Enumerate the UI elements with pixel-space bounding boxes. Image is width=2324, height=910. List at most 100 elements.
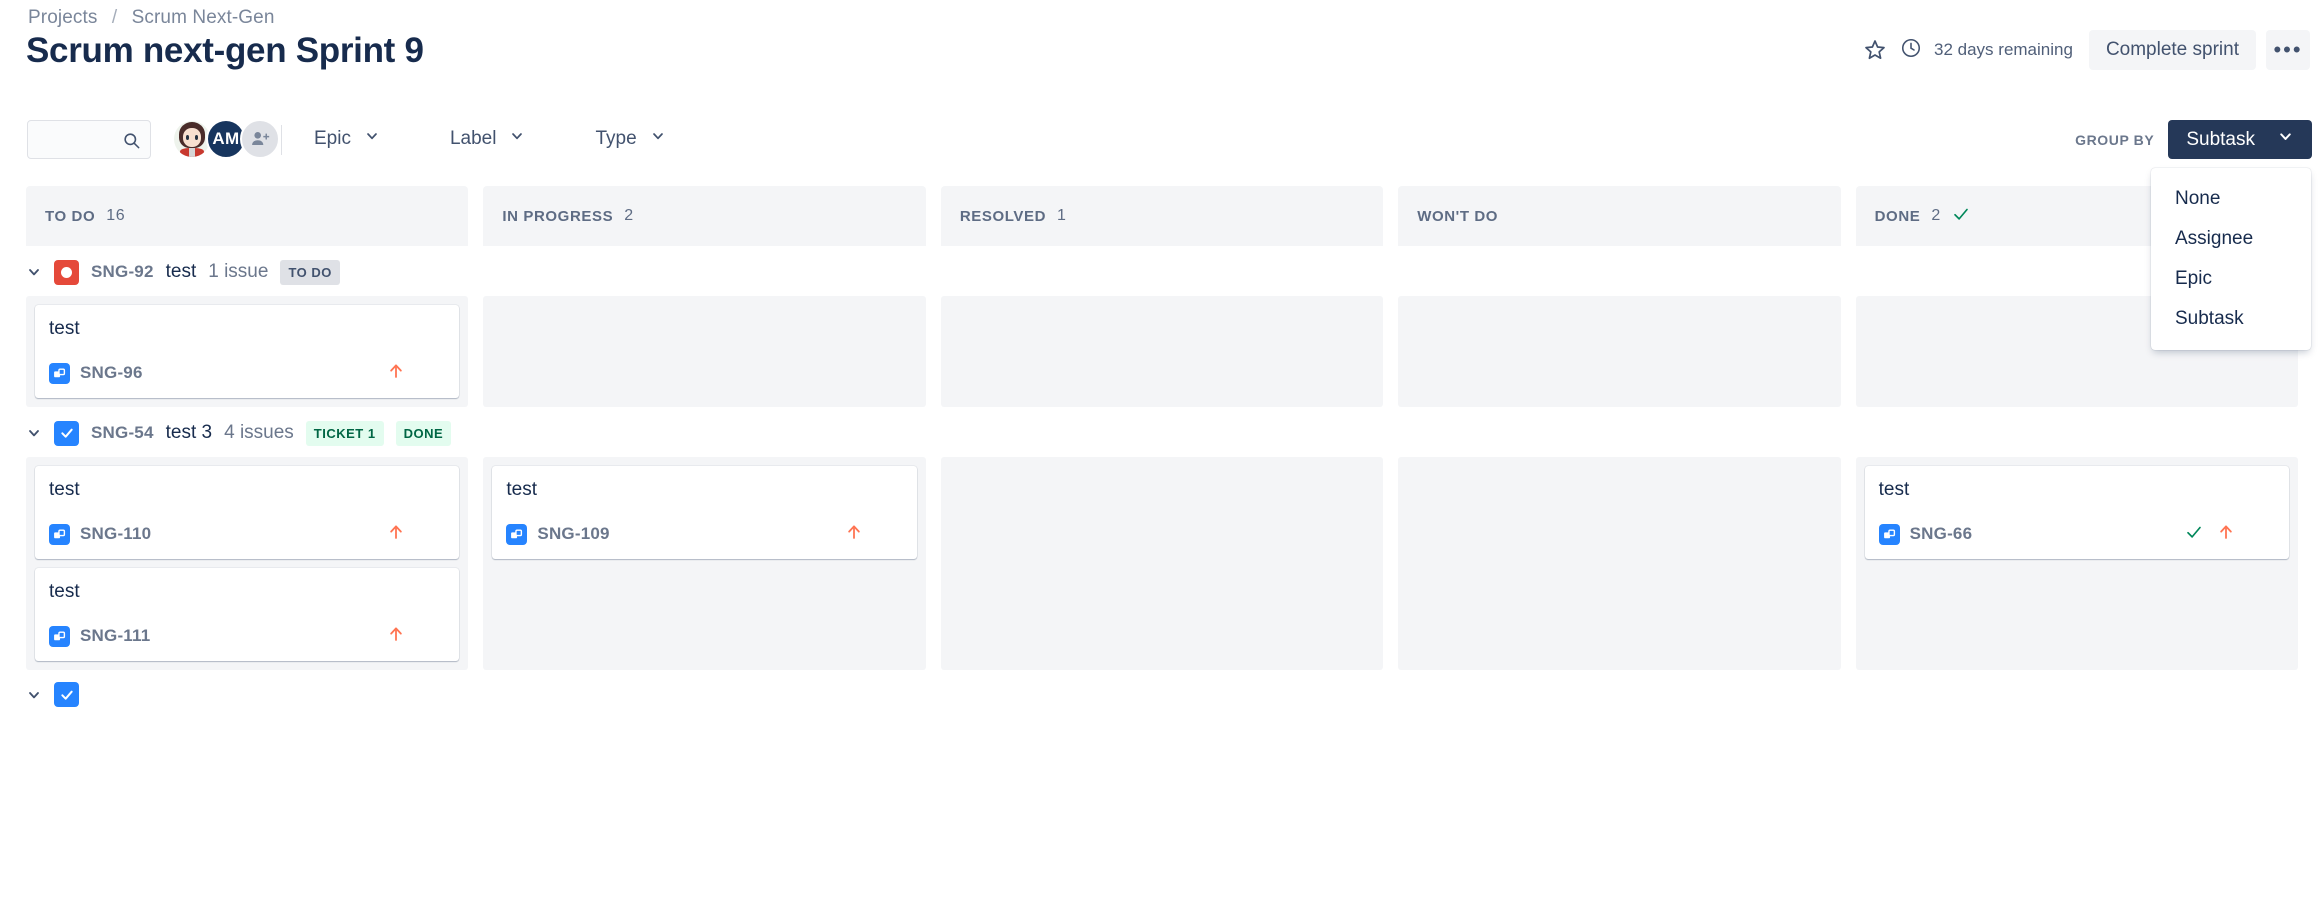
card-issue-key[interactable]: SNG-111 bbox=[80, 626, 150, 646]
swimlane-cell-resolved[interactable] bbox=[940, 296, 1384, 407]
avatar[interactable] bbox=[877, 521, 903, 547]
card-issue-key[interactable]: SNG-66 bbox=[1910, 524, 1973, 544]
swimlane-body: test SNG-110 test SNG-111 test SNG-109 t… bbox=[0, 457, 2324, 670]
card-meta bbox=[387, 521, 445, 547]
card-meta bbox=[845, 521, 903, 547]
done-check-icon bbox=[1952, 205, 1970, 227]
card-issue-key[interactable]: SNG-110 bbox=[80, 524, 151, 544]
swimlane-header: SNG-54 test 3 4 issues TICKET 1 DONE bbox=[0, 407, 2324, 457]
group-by-label: GROUP BY bbox=[2075, 131, 2155, 148]
group-by-option-subtask[interactable]: Subtask bbox=[2151, 299, 2311, 339]
subtask-icon bbox=[49, 625, 70, 647]
star-icon[interactable] bbox=[1856, 31, 1894, 69]
search-box[interactable] bbox=[27, 120, 151, 159]
chevron-down-icon bbox=[650, 128, 666, 150]
swimlane-list: SNG-92 test 1 issue TO DO test SNG-96 SN… bbox=[0, 246, 2324, 910]
more-actions-button[interactable]: ••• bbox=[2266, 30, 2310, 70]
card-title: test bbox=[49, 581, 80, 602]
high-priority-arrow-icon bbox=[845, 522, 863, 547]
card-issue-key[interactable]: SNG-109 bbox=[537, 524, 609, 544]
complete-sprint-button[interactable]: Complete sprint bbox=[2088, 30, 2256, 70]
board: TO DO 16 IN PROGRESS 2 RESOLVED 1 WON'T … bbox=[0, 186, 2324, 910]
add-people-button[interactable] bbox=[240, 119, 280, 159]
swimlane-cell-todo[interactable]: test SNG-96 bbox=[26, 296, 469, 407]
label-filter[interactable]: Label bbox=[436, 120, 540, 158]
status-badge: DONE bbox=[395, 420, 452, 446]
board-toolbar: AM Epic Label Type GROUP BY Subtask None… bbox=[0, 119, 2324, 350]
avatar[interactable] bbox=[419, 360, 445, 386]
swimlane-issue-count: 4 issues bbox=[224, 422, 294, 443]
search-input[interactable] bbox=[28, 131, 116, 148]
status-badge: TO DO bbox=[280, 259, 340, 285]
epic-filter[interactable]: Epic bbox=[300, 120, 394, 158]
avatar[interactable] bbox=[419, 521, 445, 547]
avatar-photo bbox=[174, 121, 210, 157]
group-by-option-none[interactable]: None bbox=[2151, 179, 2311, 219]
swimlane-issue-count: 1 issue bbox=[208, 261, 269, 282]
chevron-down-icon bbox=[509, 128, 525, 150]
issue-card[interactable]: test SNG-111 bbox=[35, 568, 460, 661]
avatar[interactable] bbox=[419, 623, 445, 649]
subtask-icon bbox=[506, 523, 528, 545]
chevron-down-icon bbox=[364, 128, 380, 150]
swimlane: SNG-54 test 3 4 issues TICKET 1 DONE tes… bbox=[0, 407, 2324, 670]
swimlane-header bbox=[0, 670, 2324, 717]
swimlane-cell-in-progress[interactable]: test SNG-109 bbox=[483, 457, 926, 670]
avatar[interactable] bbox=[2249, 521, 2275, 547]
high-priority-arrow-icon bbox=[387, 624, 405, 649]
type-filter-label: Type bbox=[595, 128, 637, 149]
epic-filter-label: Epic bbox=[314, 128, 351, 149]
card-meta bbox=[2185, 521, 2275, 547]
issue-card[interactable]: test SNG-66 bbox=[1864, 466, 2290, 559]
filter-group: Epic Label Type bbox=[300, 120, 722, 158]
swimlane-cell-wont-do[interactable] bbox=[1398, 296, 1841, 407]
column-count: 2 bbox=[624, 207, 634, 224]
column-name: DONE bbox=[1874, 207, 1921, 225]
board-column-headers: TO DO 16 IN PROGRESS 2 RESOLVED 1 WON'T … bbox=[0, 186, 2324, 246]
type-filter[interactable]: Type bbox=[581, 120, 679, 158]
swimlane-key[interactable]: SNG-92 bbox=[91, 262, 154, 282]
card-issue-key[interactable]: SNG-96 bbox=[80, 363, 143, 383]
card-title: test bbox=[49, 479, 80, 500]
label-filter-label: Label bbox=[449, 128, 497, 149]
header-actions: 32 days remaining Complete sprint ••• bbox=[1856, 30, 2310, 70]
group-by-option-assignee[interactable]: Assignee bbox=[2151, 219, 2311, 259]
issue-card[interactable]: test SNG-96 bbox=[35, 305, 460, 398]
chevron-down-icon[interactable] bbox=[26, 425, 42, 441]
breadcrumb-projects[interactable]: Projects bbox=[28, 7, 97, 28]
card-title: test bbox=[506, 479, 538, 500]
chevron-down-icon[interactable] bbox=[26, 687, 42, 703]
toolbar-divider bbox=[281, 125, 282, 155]
swimlane-title: test bbox=[165, 261, 197, 282]
column-name: IN PROGRESS bbox=[502, 207, 614, 225]
chevron-down-icon bbox=[2277, 128, 2294, 151]
group-by-option-epic[interactable]: Epic bbox=[2151, 259, 2311, 299]
subtask-icon bbox=[1878, 523, 1900, 545]
swimlane-cell-in-progress[interactable] bbox=[483, 296, 926, 407]
task-icon bbox=[54, 420, 79, 446]
group-by-dropdown-menu: None Assignee Epic Subtask bbox=[2151, 168, 2311, 350]
swimlane-cell-todo[interactable]: test SNG-110 test SNG-111 bbox=[26, 457, 469, 670]
avatar[interactable] bbox=[352, 258, 380, 286]
card-title: test bbox=[1878, 479, 1910, 500]
group-by-button[interactable]: Subtask bbox=[2168, 120, 2312, 159]
column-header-resolved: RESOLVED 1 bbox=[940, 186, 1384, 246]
subtask-icon bbox=[49, 523, 70, 545]
swimlane-cell-wont-do[interactable] bbox=[1398, 457, 1841, 670]
swimlane-key[interactable]: SNG-54 bbox=[91, 423, 154, 443]
card-title: test bbox=[49, 318, 80, 339]
issue-card[interactable]: test SNG-110 bbox=[35, 466, 460, 559]
chevron-down-icon[interactable] bbox=[26, 264, 42, 280]
swimlane-cell-resolved[interactable] bbox=[940, 457, 1384, 670]
task-icon bbox=[54, 682, 79, 707]
avatar-initials-label: AM bbox=[212, 129, 240, 148]
issue-card[interactable]: test SNG-109 bbox=[492, 466, 917, 559]
breadcrumb-project[interactable]: Scrum Next-Gen bbox=[132, 7, 275, 28]
column-count: 16 bbox=[106, 207, 126, 224]
avatar[interactable] bbox=[463, 419, 491, 447]
group-by-control: GROUP BY Subtask bbox=[2075, 120, 2312, 159]
swimlane-cell-done[interactable]: test SNG-66 bbox=[1855, 457, 2299, 670]
breadcrumb: Projects / Scrum Next-Gen bbox=[28, 7, 275, 29]
column-count: 1 bbox=[1057, 207, 1067, 224]
column-header-wont-do: WON'T DO bbox=[1398, 186, 1841, 246]
